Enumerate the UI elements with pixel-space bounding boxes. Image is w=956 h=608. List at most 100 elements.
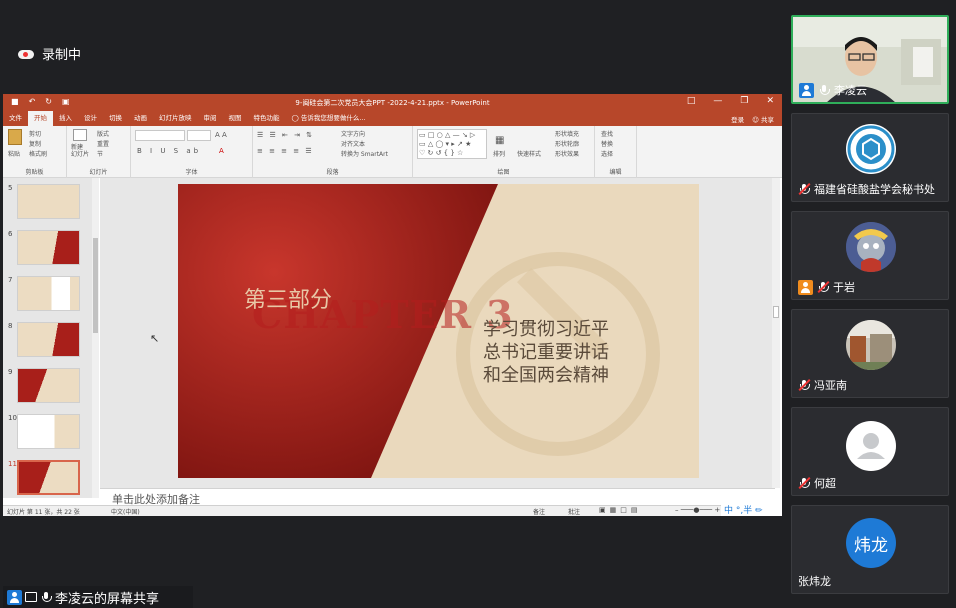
- language: 中文(中国): [111, 509, 140, 516]
- slide-thumbnail[interactable]: [17, 184, 80, 219]
- slide-thumbnail[interactable]: [17, 322, 80, 357]
- user-icon: [798, 279, 813, 295]
- format-painter-button[interactable]: 格式刷: [29, 149, 47, 158]
- find-button[interactable]: 查找: [601, 129, 613, 138]
- align-text-button[interactable]: 对齐文本: [341, 139, 365, 148]
- new-slide-label[interactable]: 新建 幻灯片: [71, 144, 89, 158]
- tab-file[interactable]: 文件: [3, 111, 28, 126]
- recording-indicator[interactable]: 录制中: [18, 44, 81, 63]
- editor-scroll-thumb[interactable]: [773, 306, 779, 318]
- font-color-icon[interactable]: A: [219, 147, 224, 155]
- microphone-muted-icon[interactable]: [817, 280, 830, 294]
- arrange-icon[interactable]: ▦: [495, 135, 504, 146]
- microphone-muted-icon[interactable]: [798, 378, 811, 392]
- thumb-number: 9: [8, 368, 13, 376]
- text-direction-button[interactable]: 文字方向: [341, 129, 365, 138]
- slide-thumbnail-selected[interactable]: [17, 460, 80, 495]
- participant-name: 李凌云: [834, 84, 867, 97]
- microphone-muted-icon[interactable]: [798, 476, 811, 490]
- share-label: 共享: [761, 115, 774, 124]
- slide-thumbnail[interactable]: [17, 414, 80, 449]
- arrange-button[interactable]: 排列: [493, 149, 505, 158]
- font-grow-icon[interactable]: A A: [215, 131, 227, 139]
- tab-special[interactable]: 特色功能: [248, 111, 286, 126]
- participant-tile[interactable]: 福建省硅酸盐学会秘书处: [791, 113, 949, 202]
- participant-tile[interactable]: 何超: [791, 407, 949, 496]
- participant-avatar: [846, 320, 896, 370]
- section-button[interactable]: 节: [97, 149, 103, 158]
- slide-thumbnail[interactable]: [17, 230, 80, 265]
- zoom-slider[interactable]: – ───●─── +: [675, 506, 720, 514]
- comments-toggle[interactable]: 批注: [568, 507, 580, 516]
- notes-toggle[interactable]: 备注: [533, 507, 545, 516]
- font-style-buttons[interactable]: B I U S ab: [137, 147, 201, 155]
- select-button[interactable]: 选择: [601, 149, 613, 158]
- group-label-paragraph: 段落: [326, 169, 339, 176]
- group-label-editing: 编辑: [609, 169, 622, 176]
- slide-heading: 学习贯彻习近平 总书记重要讲话 和全国两会精神: [483, 318, 609, 387]
- font-name-input[interactable]: [135, 130, 185, 141]
- recording-cloud-icon: [18, 48, 34, 60]
- shape-outline-button[interactable]: 形状轮廓: [555, 139, 579, 148]
- cut-button[interactable]: 剪切: [29, 129, 41, 138]
- participant-tile[interactable]: 炜龙 张炜龙: [791, 505, 949, 594]
- view-buttons[interactable]: ▣▦□▤: [599, 506, 641, 514]
- group-clipboard: 粘贴 剪切 复制 格式刷 剪贴板: [3, 126, 67, 178]
- tab-design[interactable]: 设计: [78, 111, 103, 126]
- replace-button[interactable]: 替换: [601, 139, 613, 148]
- close-icon[interactable]: ✕: [766, 96, 774, 106]
- participant-tile-active-speaker[interactable]: 李凌云: [791, 15, 949, 104]
- participant-tile[interactable]: 于岩: [791, 211, 949, 300]
- tell-me-search[interactable]: ◯ 告诉我您想要做什么...: [286, 111, 372, 126]
- smartart-button[interactable]: 转换为 SmartArt: [341, 149, 388, 158]
- layout-button[interactable]: 版式: [97, 129, 109, 138]
- list-buttons[interactable]: ☰ ☰ ⇤ ⇥ ⇅: [257, 131, 314, 139]
- login-link[interactable]: 登录: [731, 114, 744, 124]
- shape-effects-button[interactable]: 形状效果: [555, 149, 579, 158]
- align-buttons[interactable]: ≡ ≡ ≡ ≡ ☰: [257, 147, 314, 155]
- minimize-icon[interactable]: —: [713, 96, 722, 106]
- microphone-icon[interactable]: [818, 84, 830, 96]
- ime-toolbar[interactable]: 中 °,半 ✏: [721, 503, 782, 516]
- shape-fill-button[interactable]: 形状填充: [555, 129, 579, 138]
- group-editing: 查找 替换 选择 编辑: [595, 126, 637, 178]
- tab-view[interactable]: 视图: [223, 111, 248, 126]
- reset-button[interactable]: 重置: [97, 139, 109, 148]
- editor-scrollbar[interactable]: [772, 178, 780, 488]
- tell-me-label: 告诉我您想要做什么...: [300, 114, 366, 122]
- thumbnail-scrollbar[interactable]: [92, 178, 99, 498]
- shapes-gallery[interactable]: ▭ □ ○ △ — ↘ ▷ ▭ △ ◯ ▾ ▸ ↗ ★ ♡ ↻ ↺ { } ☆: [417, 129, 487, 159]
- scroll-thumb[interactable]: [93, 238, 98, 333]
- tab-animations[interactable]: 动画: [128, 111, 153, 126]
- copy-button[interactable]: 复制: [29, 139, 41, 148]
- microphone-muted-icon[interactable]: [798, 182, 811, 196]
- group-paragraph: ☰ ☰ ⇤ ⇥ ⇅ ≡ ≡ ≡ ≡ ☰ 文字方向 对齐文本 转换为 SmartA…: [253, 126, 413, 178]
- current-slide[interactable]: CHAPTER 3 第三部分 学习贯彻习近平 总书记重要讲话 和全国两会精神: [178, 184, 699, 478]
- share-owner-label: 李凌云的屏幕共享: [55, 591, 160, 607]
- slide-thumbnail[interactable]: [17, 368, 80, 403]
- thumb-number: 7: [8, 276, 13, 284]
- thumb-number: 5: [8, 184, 13, 192]
- paste-icon[interactable]: [8, 129, 22, 145]
- slide-thumbnail[interactable]: [17, 276, 80, 311]
- tab-review[interactable]: 审阅: [198, 111, 223, 126]
- quick-styles-button[interactable]: 快速样式: [517, 149, 541, 158]
- new-slide-icon[interactable]: [73, 129, 87, 141]
- default-avatar-icon: [846, 421, 896, 471]
- group-label-drawing: 绘图: [497, 169, 510, 176]
- participant-tile[interactable]: 冯亚南: [791, 309, 949, 398]
- group-label-clipboard: 剪贴板: [25, 169, 44, 176]
- font-size-input[interactable]: [187, 130, 211, 141]
- organization-logo: [846, 124, 896, 174]
- ribbon-display-icon[interactable]: □: [687, 96, 696, 106]
- share-button[interactable]: ☺ 共享: [752, 114, 774, 124]
- tab-slideshow[interactable]: 幻灯片放映: [153, 111, 198, 126]
- tab-insert[interactable]: 插入: [53, 111, 78, 126]
- tab-transitions[interactable]: 切换: [103, 111, 128, 126]
- notes-pane[interactable]: 单击此处添加备注: [100, 488, 775, 506]
- tab-home[interactable]: 开始: [28, 111, 53, 126]
- restore-icon[interactable]: ❐: [740, 96, 748, 106]
- user-icon: [7, 589, 22, 605]
- paste-label[interactable]: 粘贴: [8, 149, 20, 158]
- ppt-titlebar: ■ ↶ ↻ ▣ 9-闽硅会第二次党员大会PPT -2022-4-21.pptx …: [3, 94, 782, 111]
